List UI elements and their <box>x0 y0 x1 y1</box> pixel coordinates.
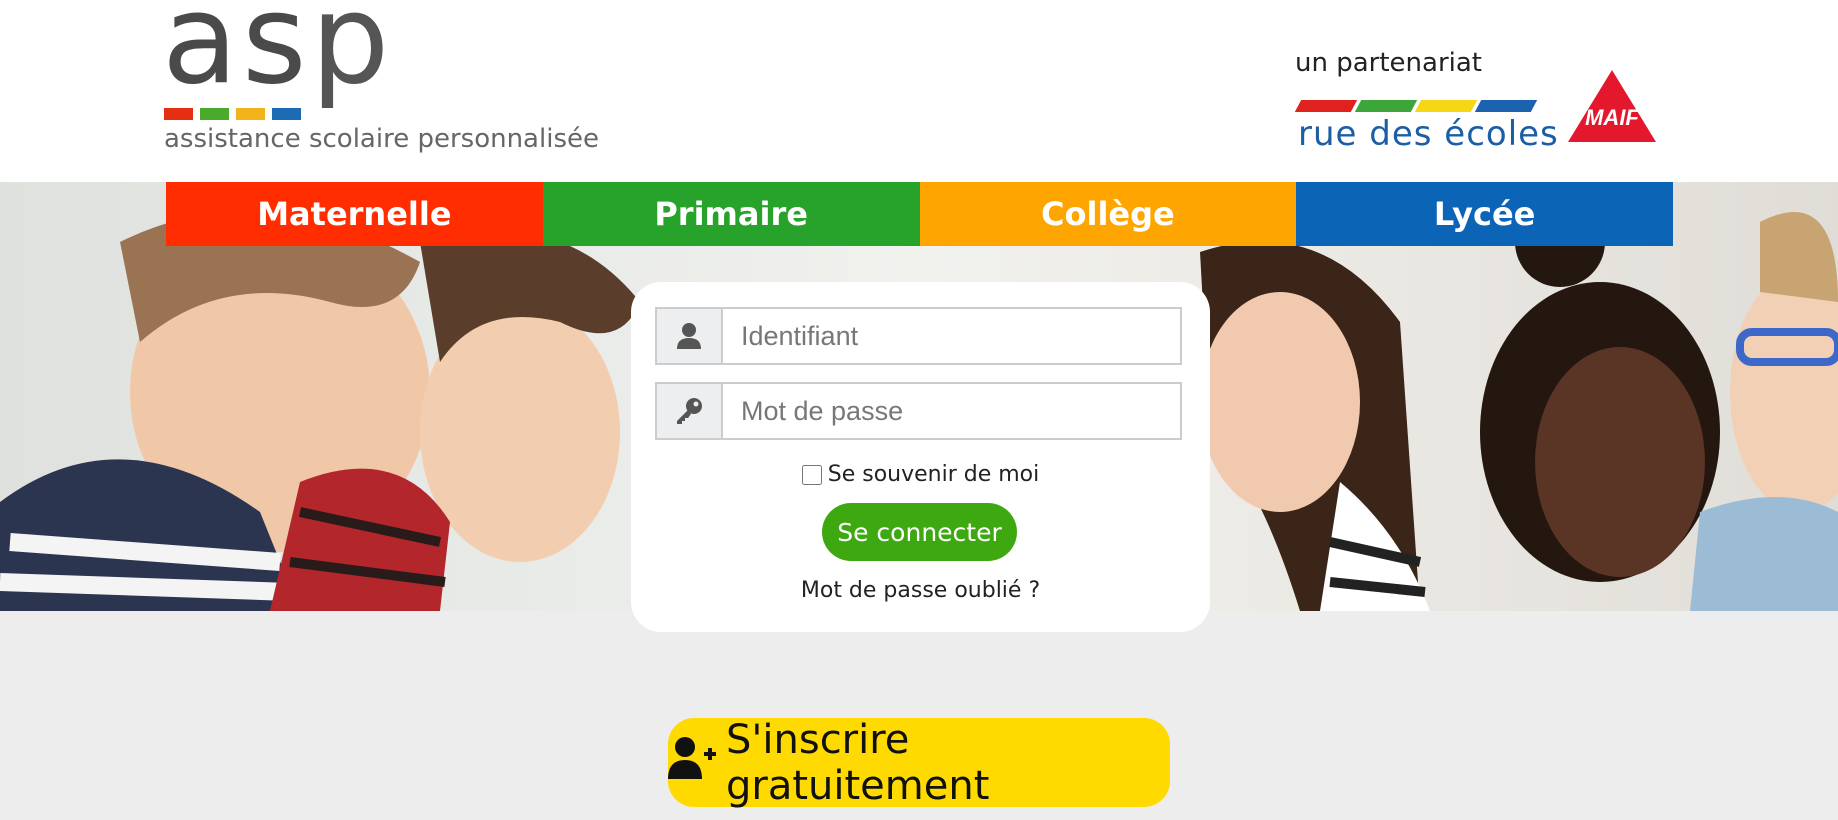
username-input[interactable] <box>723 309 1180 363</box>
logo-bar-blue <box>272 108 301 120</box>
logo-color-bars <box>164 108 301 120</box>
logo-wordmark: asp <box>162 0 394 112</box>
rde-bar-blue <box>1474 100 1538 112</box>
partnership-label: un partenariat <box>1295 48 1482 78</box>
forgot-password-link[interactable]: Mot de passe oublié ? <box>631 578 1210 603</box>
remember-me: Se souvenir de moi <box>631 462 1210 487</box>
rde-bar-yellow <box>1414 100 1478 112</box>
rde-color-bars <box>1294 100 1538 112</box>
password-field-group <box>655 382 1182 440</box>
logo-bar-yellow <box>236 108 265 120</box>
nav-label-maternelle: Maternelle <box>257 195 452 233</box>
user-icon <box>657 309 723 363</box>
user-plus-icon <box>668 736 718 790</box>
site-header: asp assistance scolaire personnalisée un… <box>0 0 1838 182</box>
username-field-group <box>655 307 1182 365</box>
maif-logo[interactable]: MAIF <box>1566 68 1658 144</box>
logo-bar-green <box>200 108 229 120</box>
login-form: Se souvenir de moi Se connecter Mot de p… <box>631 282 1210 632</box>
nav-label-college: Collège <box>1041 195 1175 233</box>
logo-bar-red <box>164 108 193 120</box>
login-button-label: Se connecter <box>837 517 1002 547</box>
level-navigation: Maternelle Primaire Collège Lycée <box>166 182 1673 246</box>
nav-college[interactable]: Collège <box>919 182 1297 246</box>
remember-me-label: Se souvenir de moi <box>827 462 1040 487</box>
rue-des-ecoles-logo[interactable]: rue des écoles <box>1294 100 1559 154</box>
nav-label-lycee: Lycée <box>1433 195 1536 233</box>
rde-bar-red <box>1294 100 1358 112</box>
password-input[interactable] <box>723 384 1180 438</box>
logo-tagline: assistance scolaire personnalisée <box>164 124 599 154</box>
rde-wordmark: rue des écoles <box>1298 114 1559 154</box>
nav-lycee[interactable]: Lycée <box>1296 182 1673 246</box>
rde-bar-green <box>1354 100 1418 112</box>
remember-me-checkbox[interactable] <box>801 464 822 485</box>
signup-label: S'inscrire gratuitement <box>726 716 990 809</box>
svg-text:MAIF: MAIF <box>1585 105 1639 130</box>
nav-maternelle[interactable]: Maternelle <box>166 182 543 246</box>
nav-label-primaire: Primaire <box>654 195 808 233</box>
key-icon <box>657 384 723 438</box>
login-button[interactable]: Se connecter <box>822 503 1017 561</box>
nav-primaire[interactable]: Primaire <box>542 182 920 246</box>
signup-button[interactable]: S'inscrire gratuitement <box>668 716 1170 809</box>
